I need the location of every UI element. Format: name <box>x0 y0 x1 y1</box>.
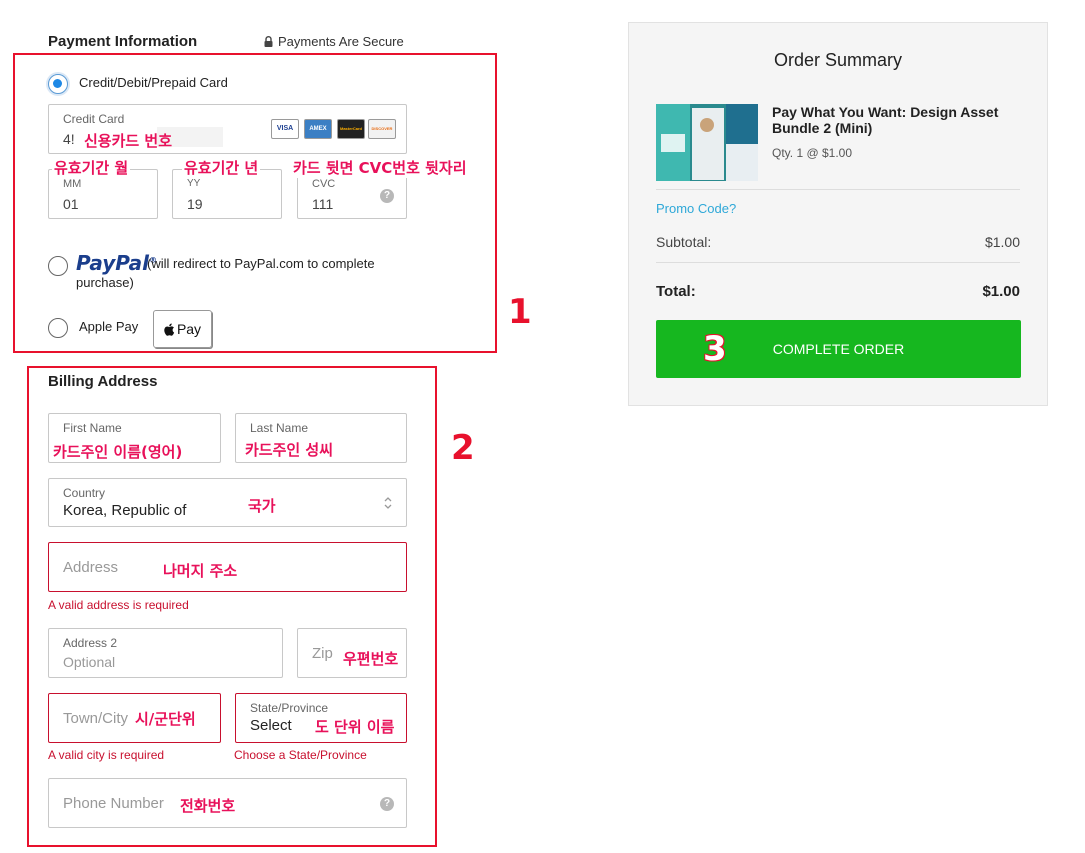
total-label: Total: <box>656 283 696 300</box>
annotation-phone: 전화번호 <box>180 797 236 815</box>
last-name-label: Last Name <box>250 421 309 435</box>
promo-code-link[interactable]: Promo Code? <box>656 201 736 216</box>
lock-icon <box>264 36 273 47</box>
address2-label: Address 2 <box>63 636 118 650</box>
subtotal-row: Subtotal: $1.00 <box>656 234 1020 250</box>
payment-title: Payment Information <box>48 33 198 50</box>
visa-icon: VISA <box>271 119 299 139</box>
step-number-2: 2 <box>451 428 475 468</box>
select-arrows-icon <box>384 497 392 509</box>
applepay-label: Apple Pay <box>79 319 139 334</box>
state-error: Choose a State/Province <box>234 748 367 762</box>
paypal-logo: PayPal® <box>76 251 158 275</box>
city-placeholder: Town/City <box>63 710 129 727</box>
secure-text: Payments Are Secure <box>278 34 404 49</box>
product-name[interactable]: Pay What You Want: Design Asset Bundle 2… <box>772 104 1022 136</box>
address-placeholder: Address <box>63 559 119 576</box>
applepay-button[interactable]: Pay <box>153 310 212 348</box>
applepay-button-label: Pay <box>176 321 202 337</box>
credit-card-value: 4! <box>63 131 75 147</box>
paypal-redirect-text-2: purchase) <box>76 275 134 290</box>
step-number-1: 1 <box>508 292 532 332</box>
state-value: Select <box>250 717 292 734</box>
complete-order-label: COMPLETE ORDER <box>772 341 905 357</box>
country-select[interactable]: Country Korea, Republic of <box>48 478 407 527</box>
annotation-cvc: 카드 뒷면 CVC번호 뒷자리 <box>291 157 469 178</box>
product-qty: Qty. 1 @ $1.00 <box>772 146 852 160</box>
phone-placeholder: Phone Number <box>63 795 164 812</box>
annotation-card-number: 신용카드 번호 <box>84 132 173 150</box>
discover-icon: DISCOVER <box>368 119 396 139</box>
annotation-expiry-month: 유효기간 월 <box>52 157 131 178</box>
annotation-last-name: 카드주인 성씨 <box>245 441 334 459</box>
annotation-zip: 우편번호 <box>343 650 399 668</box>
order-summary-panel: Order Summary Pay What You Want: Design … <box>628 22 1048 406</box>
summary-divider-2 <box>656 262 1020 263</box>
total-row: Total: $1.00 <box>656 283 1020 300</box>
cvc-label: CVC <box>312 178 336 190</box>
product-thumbnail <box>656 104 758 181</box>
summary-divider-1 <box>656 189 1020 190</box>
yy-label: YY <box>187 178 201 189</box>
total-value: $1.00 <box>982 283 1020 300</box>
paypal-radio[interactable] <box>48 256 68 276</box>
annotation-state: 도 단위 이름 <box>315 718 395 736</box>
state-label: State/Province <box>250 701 329 715</box>
annotation-country: 국가 <box>248 497 276 515</box>
card-option-label: Credit/Debit/Prepaid Card <box>79 75 228 90</box>
first-name-label: First Name <box>63 421 122 435</box>
order-summary-title: Order Summary <box>773 50 903 70</box>
annotation-expiry-year: 유효기간 년 <box>182 157 261 178</box>
billing-title: Billing Address <box>48 373 158 390</box>
mm-value: 01 <box>63 196 79 212</box>
zip-placeholder: Zip <box>312 645 333 662</box>
subtotal-value: $1.00 <box>984 234 1020 250</box>
address2-placeholder: Optional <box>63 654 116 670</box>
mm-label: MM <box>63 178 82 190</box>
cvc-value: 111 <box>312 196 334 212</box>
step-number-3: 3 <box>703 329 727 369</box>
address-error: A valid address is required <box>48 598 189 612</box>
applepay-radio[interactable] <box>48 318 68 338</box>
annotation-address: 나머지 주소 <box>163 562 238 580</box>
help-icon[interactable]: ? <box>380 189 394 203</box>
yy-value: 19 <box>187 196 203 212</box>
apple-icon <box>164 323 175 336</box>
subtotal-label: Subtotal: <box>656 234 712 250</box>
card-radio[interactable] <box>48 74 68 94</box>
secure-notice: Payments Are Secure <box>264 34 404 49</box>
paypal-logo-text: PayPal <box>76 251 150 275</box>
country-label: Country <box>63 486 106 500</box>
mastercard-icon: MasterCard <box>337 119 365 139</box>
paypal-redirect-text: (will redirect to PayPal.com to complete <box>147 256 375 271</box>
country-value: Korea, Republic of <box>63 502 187 519</box>
credit-card-label: Credit Card <box>63 112 125 126</box>
annotation-city: 시/군단위 <box>135 710 196 728</box>
city-error: A valid city is required <box>48 748 165 762</box>
phone-help-icon[interactable]: ? <box>380 797 394 811</box>
annotation-first-name: 카드주인 이름(영어) <box>53 443 183 461</box>
amex-icon: AMEX <box>304 119 332 139</box>
address2-field[interactable]: Address 2 Optional <box>48 628 283 678</box>
